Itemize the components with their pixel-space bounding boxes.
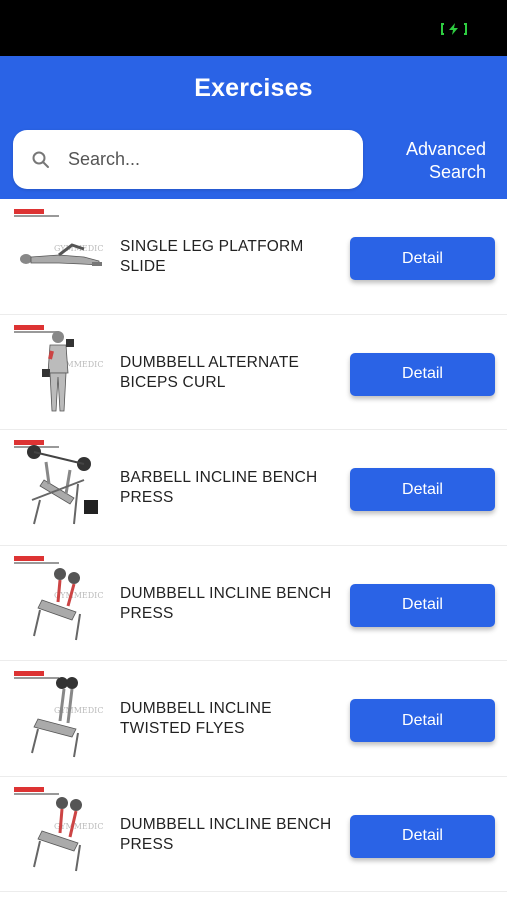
- exercise-thumbnail: GYMMEDICS: [14, 786, 104, 871]
- exercise-name: DUMBBELL INCLINE BENCH PRESS: [120, 815, 332, 853]
- list-item[interactable]: GYMMEDICS DUMBBELL INCLINE BENCH PRESS D…: [0, 777, 507, 892]
- exercise-thumbnail: GYMMEDICS: [14, 671, 104, 758]
- detail-button[interactable]: Detail: [350, 699, 495, 742]
- list-item[interactable]: BARBELL INCLINE BENCH PRESS Detail: [0, 430, 507, 546]
- search-bar[interactable]: [13, 130, 363, 189]
- detail-button[interactable]: Detail: [350, 237, 495, 280]
- battery-charging-icon: [441, 23, 467, 35]
- exercise-thumbnail: GYMMEDICS: [14, 555, 104, 640]
- search-icon: [32, 151, 49, 168]
- list-item[interactable]: GYMMEDICS DUMBBELL INCLINE TWISTED FLYES…: [0, 661, 507, 777]
- detail-button[interactable]: Detail: [350, 468, 495, 511]
- exercise-thumbnail: GYMMEDICS: [14, 209, 104, 266]
- list-item[interactable]: GYMMEDICS DUMBBELL ALTERNATE BICEPS CURL…: [0, 315, 507, 430]
- detail-button[interactable]: Detail: [350, 583, 495, 627]
- exercise-thumbnail: [14, 440, 98, 525]
- search-input[interactable]: [68, 130, 348, 189]
- list-item[interactable]: GYMMEDICS SINGLE LEG PLATFORM SLIDE Deta…: [0, 199, 507, 315]
- page-title: Exercises: [194, 74, 313, 102]
- exercise-name: DUMBBELL ALTERNATE BICEPS CURL: [120, 353, 300, 391]
- list-item[interactable]: GYMMEDICS DUMBBELL INCLINE BENCH PRESS D…: [0, 546, 507, 661]
- exercise-name: DUMBBELL INCLINE BENCH PRESS: [120, 584, 332, 622]
- status-bar: [0, 0, 507, 56]
- advanced-search-link[interactable]: Advanced Search: [376, 138, 486, 184]
- app-header: Exercises Advanced Search: [0, 56, 507, 199]
- exercise-name: SINGLE LEG PLATFORM SLIDE: [120, 238, 304, 275]
- exercise-name: DUMBBELL INCLINE TWISTED FLYES: [120, 700, 272, 737]
- detail-button[interactable]: Detail: [350, 352, 495, 396]
- exercise-thumbnail: GYMMEDICS: [14, 324, 104, 411]
- exercise-list: GYMMEDICS SINGLE LEG PLATFORM SLIDE Deta…: [0, 199, 507, 892]
- detail-button[interactable]: Detail: [350, 814, 495, 858]
- svg-text:GYMMEDICS: GYMMEDICS: [54, 591, 104, 600]
- exercise-name: BARBELL INCLINE BENCH PRESS: [120, 469, 318, 506]
